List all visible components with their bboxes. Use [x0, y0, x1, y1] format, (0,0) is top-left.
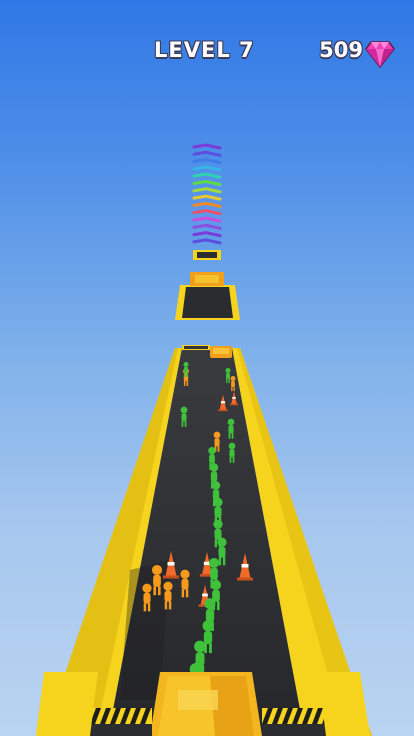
ramp-stripe: [192, 209, 222, 216]
ramp-stripe: [192, 158, 222, 165]
ramp-stripe: [192, 172, 222, 179]
ramp-stripe: [192, 194, 222, 201]
ramp-stripe: [192, 143, 222, 150]
player-machine: [150, 672, 262, 736]
game-world[interactable]: [0, 0, 414, 736]
game-scene[interactable]: LEVEL 7 509: [0, 0, 414, 736]
far-platform-2: [175, 272, 240, 320]
ramp-stripe: [192, 150, 222, 157]
front-rail-left: [36, 672, 98, 736]
gem-count: 509: [319, 38, 363, 62]
ramp-stripe: [192, 165, 222, 172]
ramp-stripe: [192, 179, 222, 186]
level-label: LEVEL 7: [154, 38, 255, 62]
finish-stack: [192, 143, 222, 245]
ramp-stripe: [192, 201, 222, 208]
ramp-stripe: [192, 223, 222, 230]
ramp-stripe: [192, 187, 222, 194]
hud-bar: LEVEL 7 509: [0, 0, 414, 80]
far-platform-1: [193, 250, 221, 260]
front-rail-right: [318, 672, 370, 736]
ramp-stripe: [192, 216, 222, 223]
ramp-stripe: [192, 231, 222, 238]
pink-diamond-icon: [365, 41, 395, 68]
ramp-stripe: [192, 238, 222, 245]
